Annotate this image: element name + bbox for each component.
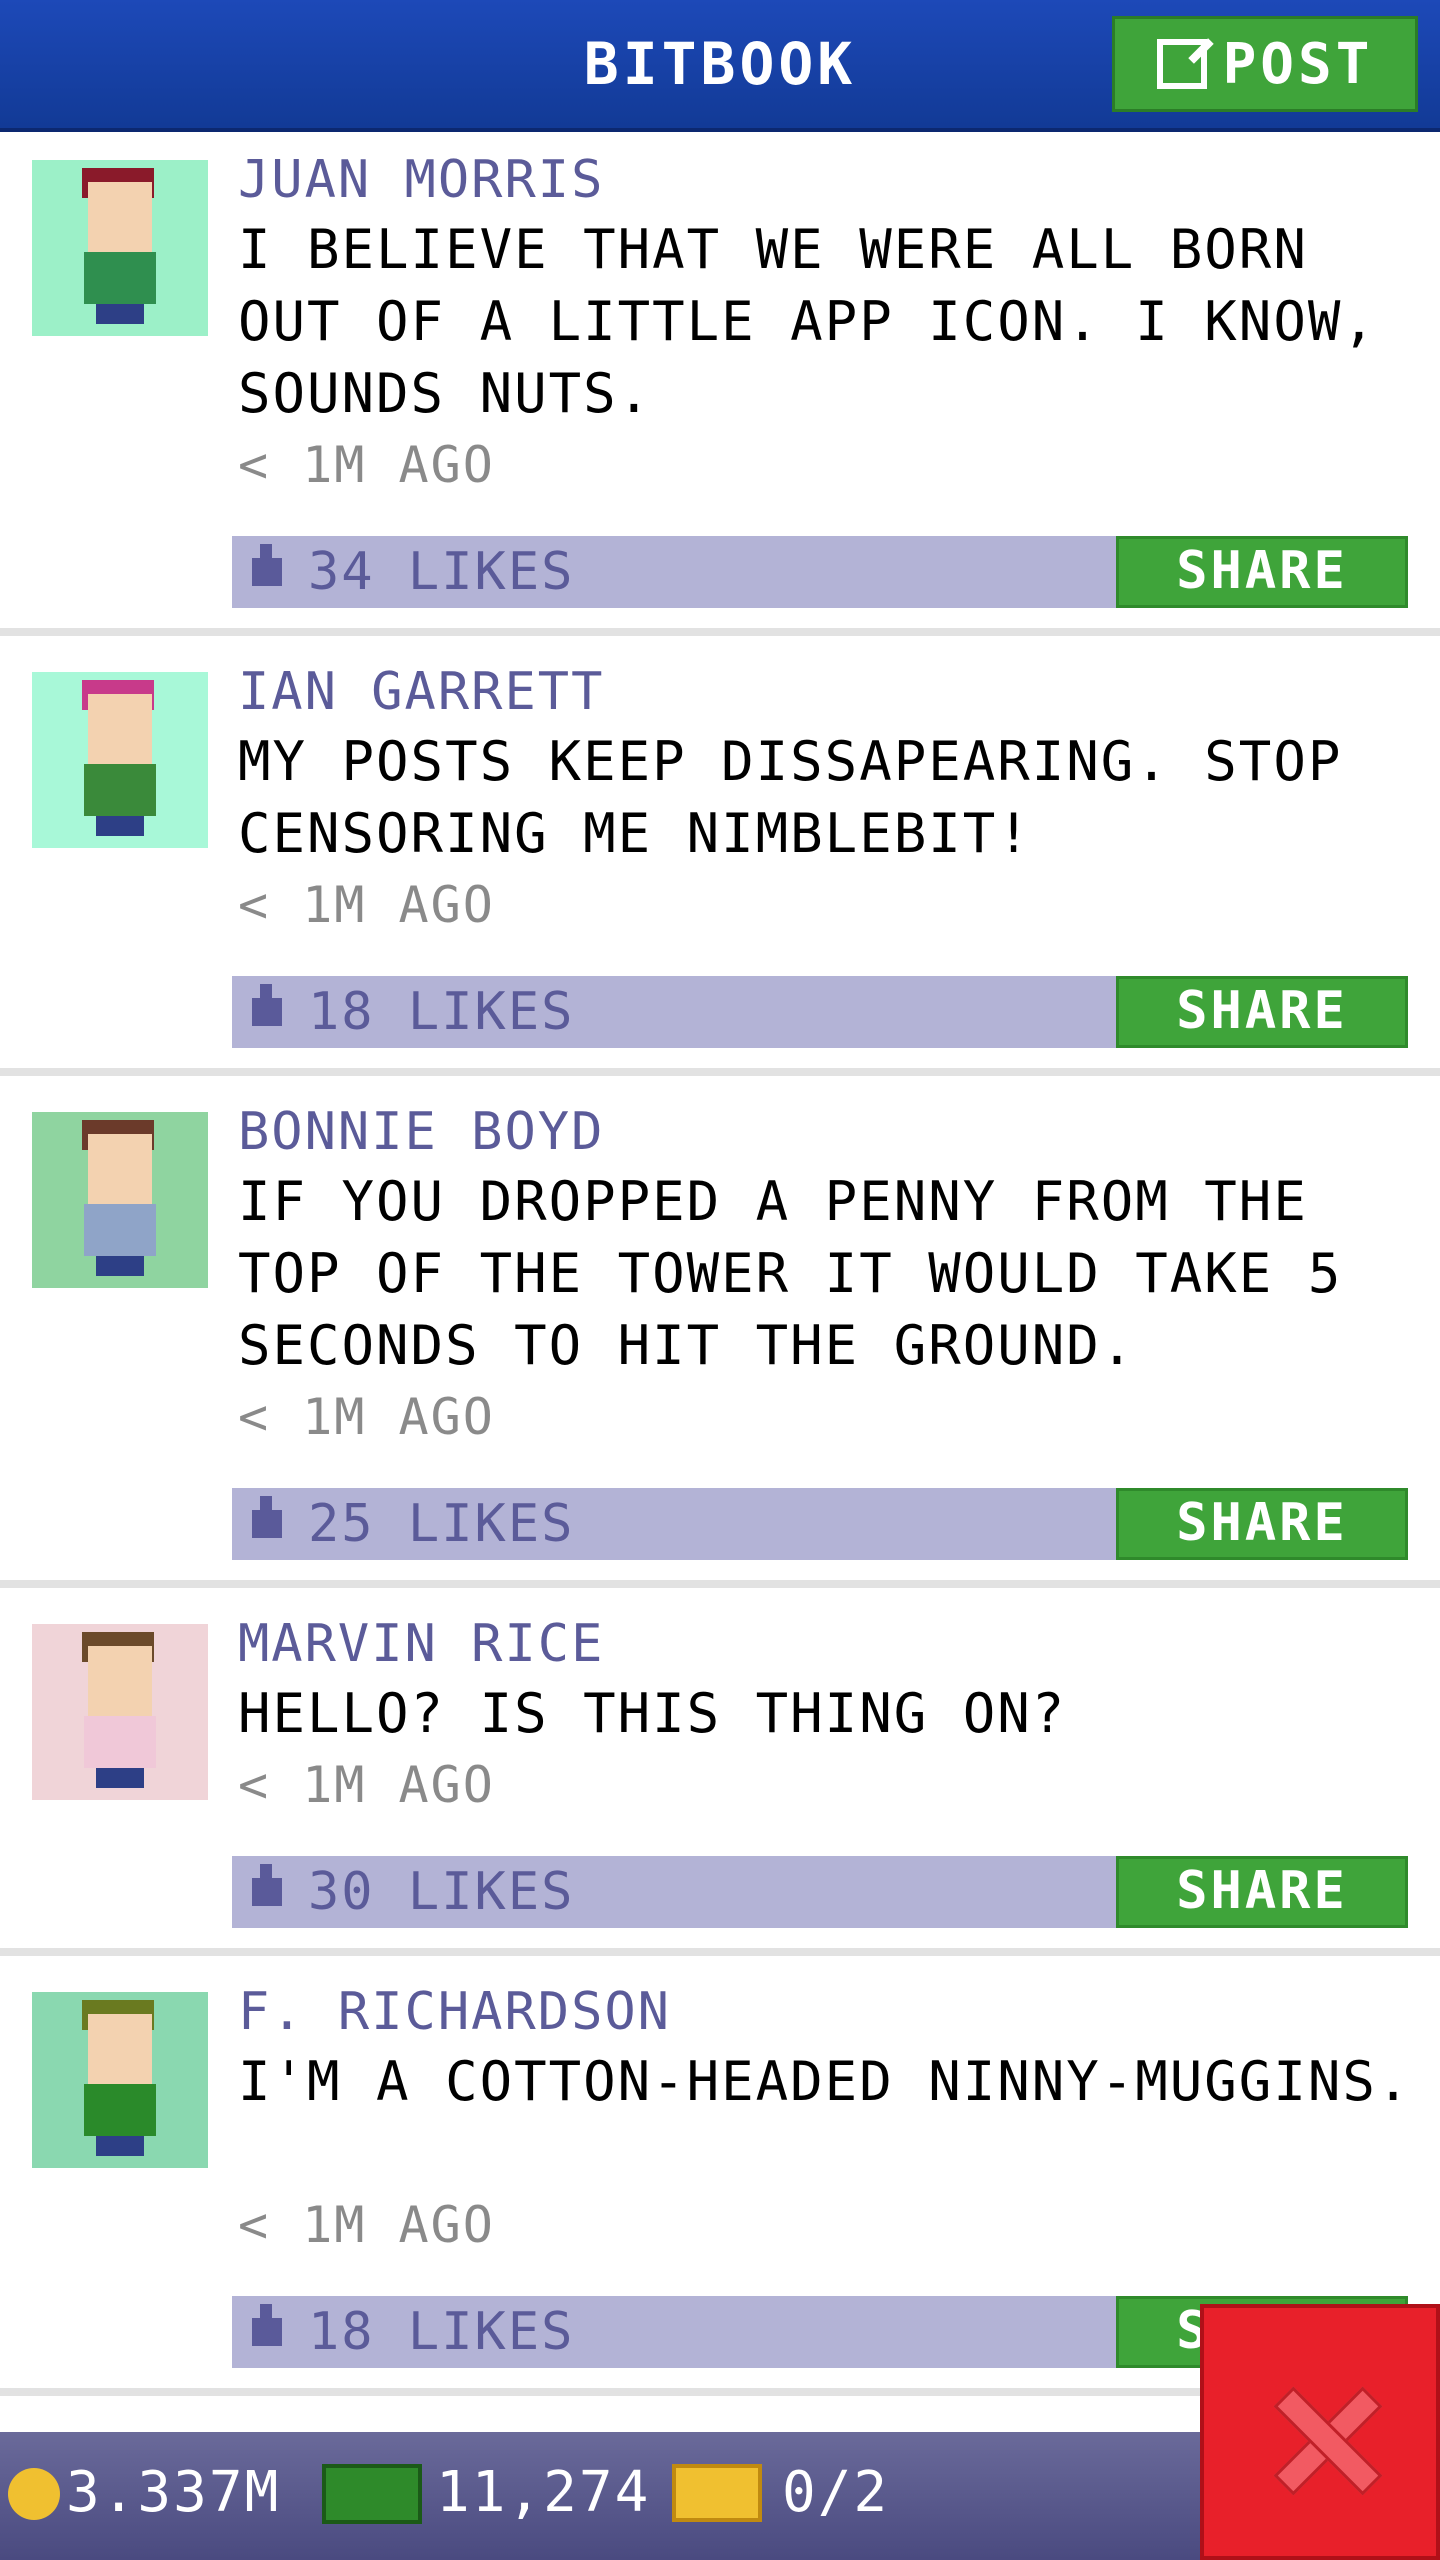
post-text: IF YOU DROPPED A PENNY FROM THE TOP OF T… xyxy=(238,1170,1343,1377)
app-header: BITBOOK POST xyxy=(0,0,1440,132)
post-button-label: POST xyxy=(1222,31,1374,97)
thumbs-up-icon xyxy=(252,1864,282,1906)
post-text: I BELIEVE THAT WE WERE ALL BORN OUT OF A… xyxy=(238,218,1377,425)
close-button[interactable] xyxy=(1200,2304,1440,2560)
avatar[interactable] xyxy=(32,1992,208,2168)
share-button[interactable]: SHARE xyxy=(1116,1488,1408,1560)
close-icon xyxy=(1274,2388,1374,2488)
like-count: 30 LIKES xyxy=(308,1862,575,1922)
share-button[interactable]: SHARE xyxy=(1116,1856,1408,1928)
divider xyxy=(0,1948,1440,1956)
like-bar[interactable]: 25 LIKES SHARE xyxy=(232,1488,1408,1560)
post-time: < 1M AGO xyxy=(238,876,495,934)
like-count: 34 LIKES xyxy=(308,542,575,602)
coin-balance: 3.337M xyxy=(66,2460,281,2525)
post-author[interactable]: F. RICHARDSON xyxy=(238,1982,671,2042)
avatar[interactable] xyxy=(32,672,208,848)
post-text: I'M A COTTON-HEADED NINNY-MUGGINS. xyxy=(238,2050,1412,2113)
post-time: < 1M AGO xyxy=(238,1388,495,1446)
avatar[interactable] xyxy=(32,160,208,336)
ticket-icon xyxy=(672,2464,762,2522)
like-count: 25 LIKES xyxy=(308,1494,575,1554)
divider xyxy=(0,628,1440,636)
post-author[interactable]: BONNIE BOYD xyxy=(238,1102,604,1162)
like-bar[interactable]: 34 LIKES SHARE xyxy=(232,536,1408,608)
thumbs-up-icon xyxy=(252,1496,282,1538)
like-bar[interactable]: 30 LIKES SHARE xyxy=(232,1856,1408,1928)
divider xyxy=(0,1580,1440,1588)
post-author[interactable]: JUAN MORRIS xyxy=(238,150,604,210)
coin-icon xyxy=(8,2468,60,2520)
thumbs-up-icon xyxy=(252,984,282,1026)
divider xyxy=(0,1068,1440,1076)
post-text: MY POSTS KEEP DISSAPEARING. STOP CENSORI… xyxy=(238,730,1343,865)
post-author[interactable]: IAN GARRETT xyxy=(238,662,604,722)
bux-icon xyxy=(322,2464,422,2524)
thumbs-up-icon xyxy=(252,544,282,586)
like-bar[interactable]: 18 LIKES SHARE xyxy=(232,976,1408,1048)
post-text: HELLO? IS THIS THING ON? xyxy=(238,1682,1067,1745)
compose-icon xyxy=(1156,39,1207,89)
share-button[interactable]: SHARE xyxy=(1116,976,1408,1048)
avatar[interactable] xyxy=(32,1624,208,1800)
ticket-count: 0/2 xyxy=(782,2460,890,2525)
like-count: 18 LIKES xyxy=(308,2302,575,2362)
post-time: < 1M AGO xyxy=(238,2196,495,2254)
bux-balance: 11,274 xyxy=(436,2460,651,2525)
avatar[interactable] xyxy=(32,1112,208,1288)
post-time: < 1M AGO xyxy=(238,436,495,494)
post-author[interactable]: MARVIN RICE xyxy=(238,1614,604,1674)
post-time: < 1M AGO xyxy=(238,1756,495,1814)
thumbs-up-icon xyxy=(252,2304,282,2346)
share-button[interactable]: SHARE xyxy=(1116,536,1408,608)
like-count: 18 LIKES xyxy=(308,982,575,1042)
post-button[interactable]: POST xyxy=(1112,16,1418,112)
